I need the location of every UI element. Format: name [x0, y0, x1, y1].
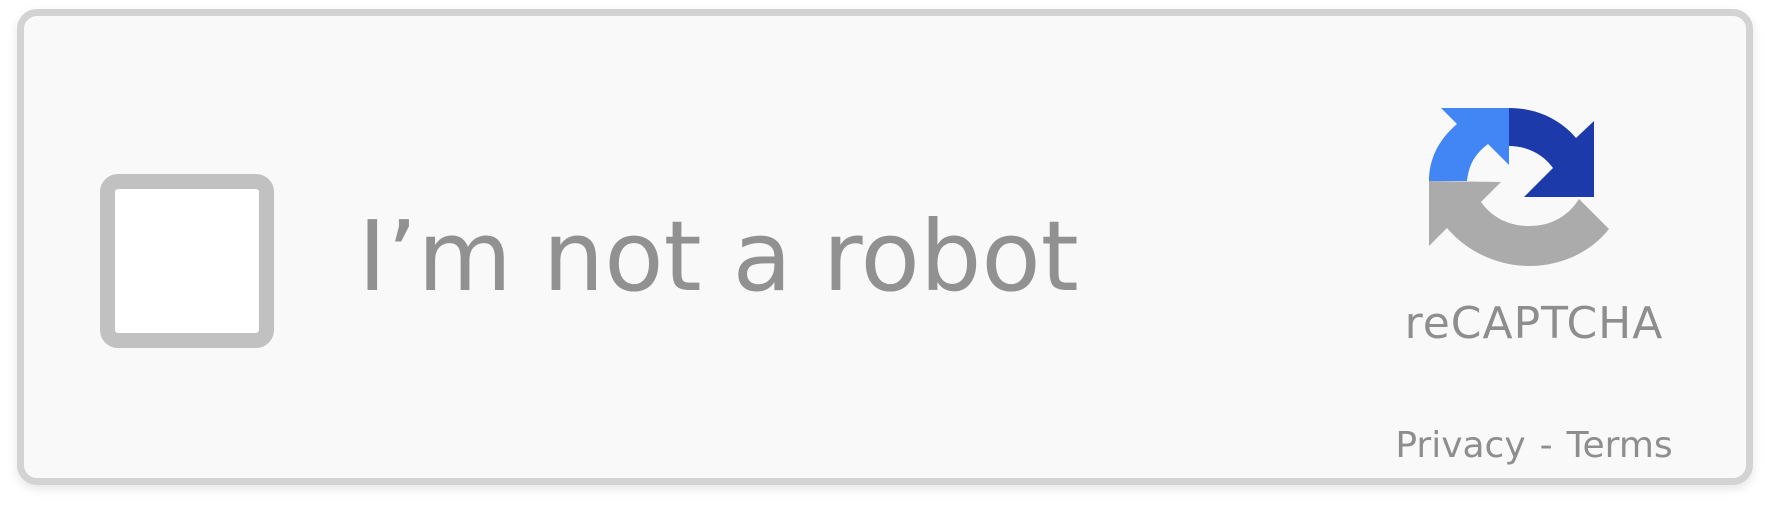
privacy-link[interactable]: Privacy: [1395, 422, 1525, 470]
recaptcha-widget: I’m not a robot reCAPTCHA Privacy - Terms: [17, 9, 1753, 485]
checkbox-label: I’m not a robot: [358, 200, 1079, 313]
not-a-robot-checkbox[interactable]: [100, 174, 274, 348]
recaptcha-brand-name: reCAPTCHA: [1404, 298, 1664, 349]
link-separator: -: [1539, 425, 1553, 466]
recaptcha-branding: reCAPTCHA: [1374, 96, 1694, 376]
terms-link[interactable]: Terms: [1567, 422, 1673, 470]
recaptcha-logo-icon: [1429, 108, 1609, 266]
footer-links: Privacy - Terms: [1334, 422, 1734, 470]
